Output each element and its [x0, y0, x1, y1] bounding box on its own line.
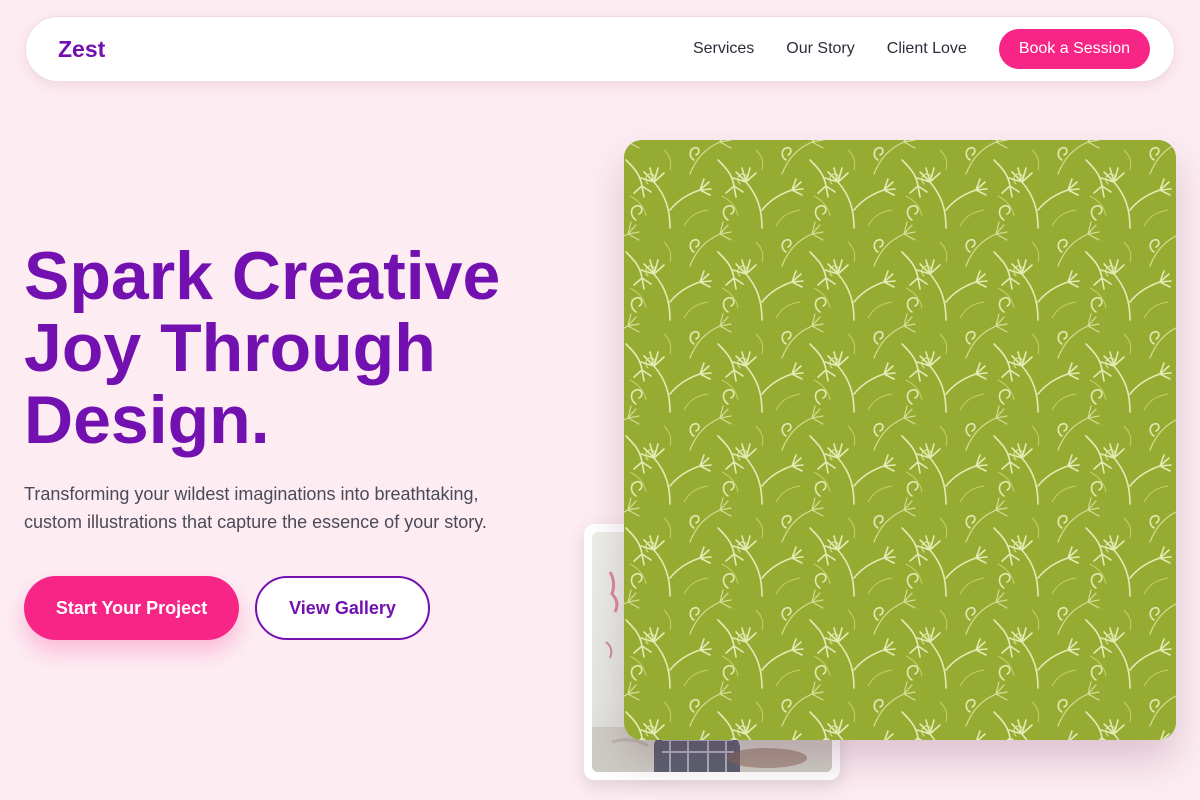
brand-logo[interactable]: Zest: [58, 35, 105, 63]
featured-artwork[interactable]: [624, 140, 1176, 740]
nav-link-client-love[interactable]: Client Love: [887, 39, 967, 59]
hero-headline: Spark Creative Joy Through Design.: [24, 238, 501, 458]
navbar: Zest Services Our Story Client Love Book…: [25, 16, 1175, 82]
start-project-button[interactable]: Start Your Project: [24, 576, 239, 640]
nav-links: Services Our Story Client Love Book a Se…: [693, 29, 1150, 69]
book-session-button[interactable]: Book a Session: [998, 29, 1150, 69]
hero-subtext: Transforming your wildest imaginations i…: [24, 484, 487, 532]
nav-link-our-story[interactable]: Our Story: [786, 39, 854, 59]
green-floral-pattern-image: [624, 140, 1176, 740]
nav-link-services[interactable]: Services: [693, 39, 754, 59]
view-gallery-button[interactable]: View Gallery: [255, 576, 430, 640]
